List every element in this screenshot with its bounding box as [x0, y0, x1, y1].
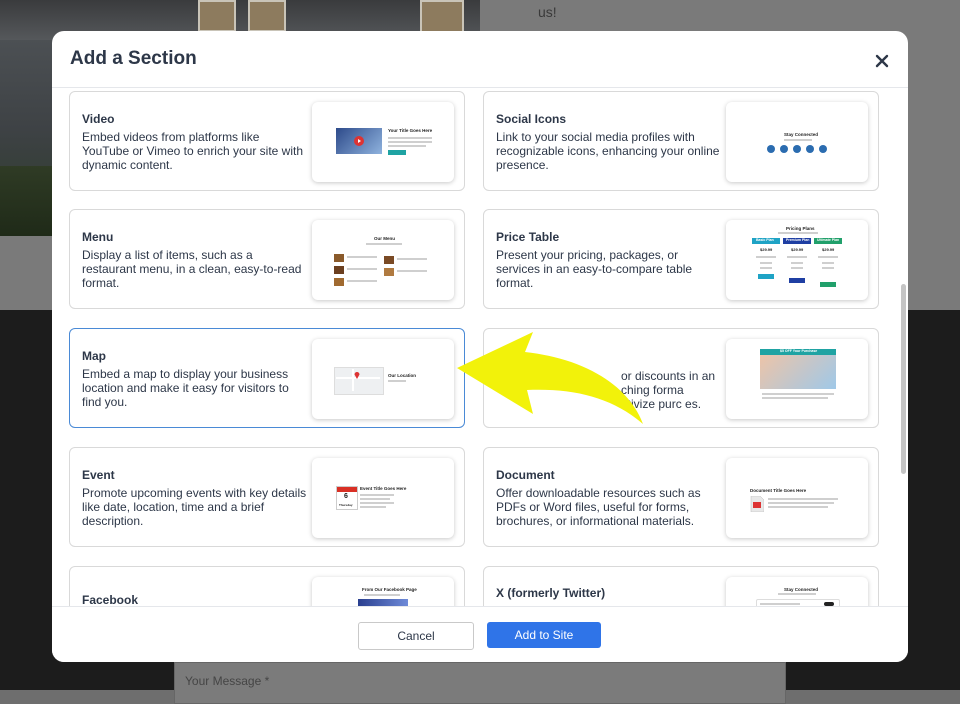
- price-table-preview: Pricing Plans Basic Plan Premium Plan Ul…: [726, 220, 868, 300]
- section-card-menu[interactable]: Menu Display a list of items, such as a …: [69, 209, 465, 309]
- close-button[interactable]: [870, 49, 894, 73]
- section-card-map[interactable]: Map Embed a map to display your business…: [69, 328, 465, 428]
- section-card-price-table[interactable]: Price Table Present your pricing, packag…: [483, 209, 879, 309]
- card-description: or discounts in an ching forma ntivize p…: [621, 369, 716, 411]
- map-pin-icon: [354, 372, 360, 379]
- document-preview: Document Title Goes Here: [726, 458, 868, 538]
- card-description: Embed videos from platforms like YouTube…: [82, 130, 304, 172]
- card-description: Offer downloadable resources such as PDF…: [496, 486, 701, 528]
- card-title: Event: [82, 468, 115, 482]
- modal-title: Add a Section: [70, 48, 197, 69]
- cancel-button[interactable]: Cancel: [358, 622, 474, 650]
- section-card-x-twitter[interactable]: X (formerly Twitter) Stay Connected: [483, 566, 879, 607]
- background-text: us!: [538, 4, 557, 20]
- card-description: Embed a map to display your business loc…: [82, 367, 289, 409]
- card-title: Map: [82, 349, 106, 363]
- section-card-facebook[interactable]: Facebook From Our Facebook Page: [69, 566, 465, 607]
- add-section-modal: Add a Section Video Embed videos from pl…: [52, 31, 908, 662]
- section-card-social-icons[interactable]: Social Icons Link to your social media p…: [483, 91, 879, 191]
- section-list[interactable]: Video Embed videos from platforms like Y…: [52, 87, 908, 607]
- calendar-icon: 6 Thursday: [336, 486, 358, 510]
- message-field: Your Message *: [174, 662, 786, 704]
- social-icons-preview: Stay Connected: [726, 102, 868, 182]
- section-card-document[interactable]: Document Offer downloadable resources su…: [483, 447, 879, 547]
- modal-footer: Cancel Add to Site: [52, 606, 908, 662]
- scrollbar[interactable]: [901, 284, 906, 474]
- card-title: Video: [82, 112, 115, 126]
- video-preview: Your Title Goes Here: [312, 102, 454, 182]
- social-icons-row: [767, 145, 827, 153]
- card-title: Document: [496, 468, 555, 482]
- x-twitter-preview: Stay Connected: [726, 577, 868, 607]
- play-icon: [354, 136, 364, 146]
- section-card-coupon[interactable]: or discounts in an ching forma ntivize p…: [483, 328, 879, 428]
- card-description: Promote upcoming events with key details…: [82, 486, 307, 528]
- close-icon: [875, 54, 889, 68]
- card-description: Link to your social media profiles with …: [496, 130, 720, 172]
- section-card-video[interactable]: Video Embed videos from platforms like Y…: [69, 91, 465, 191]
- card-title: Menu: [82, 230, 114, 244]
- card-title: Price Table: [496, 230, 560, 244]
- menu-preview: Our Menu: [312, 220, 454, 300]
- map-preview: Our Location: [312, 339, 454, 419]
- modal-header: Add a Section: [52, 31, 908, 87]
- add-to-site-button[interactable]: Add to Site: [487, 622, 601, 648]
- pdf-icon: [750, 496, 764, 512]
- facebook-preview: From Our Facebook Page: [312, 577, 454, 607]
- card-title: Facebook: [82, 593, 139, 607]
- card-description: Present your pricing, packages, or servi…: [496, 248, 693, 290]
- event-preview: 6 Thursday Event Title Goes Here: [312, 458, 454, 538]
- card-title: X (formerly Twitter): [496, 586, 606, 600]
- coupon-preview: $5 OFF Your Purchase: [726, 339, 868, 419]
- card-title: Social Icons: [496, 112, 567, 126]
- section-card-event[interactable]: Event Promote upcoming events with key d…: [69, 447, 465, 547]
- message-placeholder: Your Message *: [185, 674, 270, 688]
- card-description: Display a list of items, such as a resta…: [82, 248, 302, 290]
